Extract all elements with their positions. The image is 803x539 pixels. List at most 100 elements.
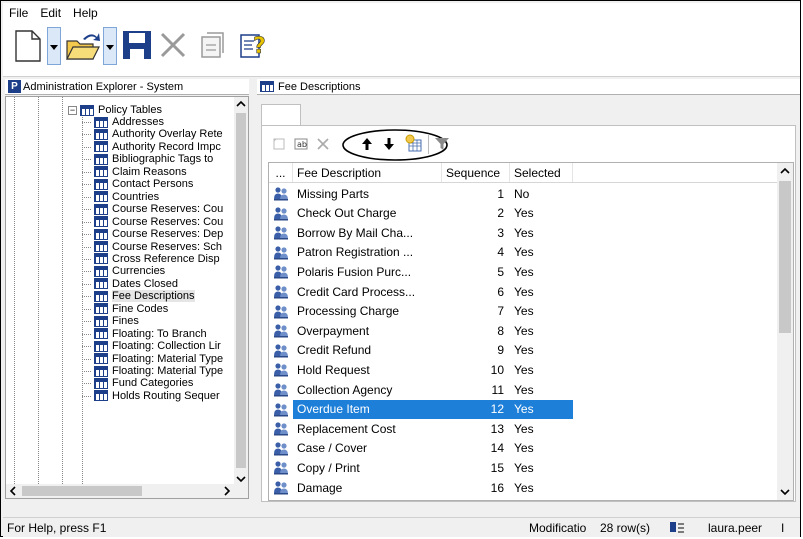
- table-row[interactable]: Replacement Cost 13 Yes: [269, 419, 779, 438]
- new-row-icon[interactable]: [272, 137, 286, 151]
- fee-descriptions-tab[interactable]: [261, 104, 301, 126]
- selected-cell[interactable]: No: [510, 184, 573, 203]
- sequence-cell[interactable]: 11: [442, 380, 510, 399]
- selected-cell[interactable]: Yes: [510, 282, 573, 301]
- column-header-sequence[interactable]: Sequence: [442, 163, 510, 182]
- column-header-dots[interactable]: ...: [269, 163, 293, 182]
- menu-file[interactable]: File: [3, 6, 34, 20]
- tree-node-policy-tables[interactable]: − Policy Tables: [68, 104, 162, 116]
- tree-item[interactable]: Bibliographic Tags to: [94, 153, 213, 165]
- tree-scroll-thumb[interactable]: [236, 113, 246, 468]
- column-header-selected[interactable]: Selected: [510, 163, 573, 182]
- sequence-cell[interactable]: 5: [442, 262, 510, 281]
- sequence-cell[interactable]: 6: [442, 282, 510, 301]
- sequence-cell[interactable]: 3: [442, 223, 510, 242]
- tree-item[interactable]: Addresses: [94, 116, 164, 128]
- tree-hscroll-thumb[interactable]: [22, 486, 142, 496]
- grid-scroll-thumb[interactable]: [779, 181, 791, 333]
- sequence-cell[interactable]: 13: [442, 419, 510, 438]
- selected-cell[interactable]: Yes: [510, 223, 573, 242]
- table-row[interactable]: Credit Card Process... 6 Yes: [269, 282, 779, 301]
- table-row[interactable]: Polaris Fusion Purc... 5 Yes: [269, 262, 779, 281]
- sequence-cell[interactable]: 4: [442, 243, 510, 262]
- fee-description-cell[interactable]: Collection Agency: [293, 380, 442, 399]
- sequence-cell[interactable]: 7: [442, 302, 510, 321]
- new-dropdown-button[interactable]: [47, 27, 61, 65]
- table-row[interactable]: Credit Refund 9 Yes: [269, 341, 779, 360]
- tree-item[interactable]: Floating: Material Type: [94, 353, 223, 365]
- fee-description-cell[interactable]: Credit Refund: [293, 341, 442, 360]
- table-row[interactable]: Patron Registration ... 4 Yes: [269, 243, 779, 262]
- table-row[interactable]: Missing Parts 1 No: [269, 184, 779, 203]
- fee-description-cell[interactable]: Credit Card Process...: [293, 282, 442, 301]
- move-down-icon[interactable]: [382, 136, 396, 152]
- tree-item[interactable]: Fee Descriptions: [94, 290, 195, 303]
- tree-item[interactable]: Currencies: [94, 265, 165, 277]
- selected-cell[interactable]: Yes: [510, 439, 573, 458]
- tree-item[interactable]: Cross Reference Disp: [94, 253, 220, 265]
- sequence-cell[interactable]: 10: [442, 360, 510, 379]
- tree-item[interactable]: Countries: [94, 191, 159, 203]
- table-row[interactable]: Check Out Charge 2 Yes: [269, 204, 779, 223]
- tree-vertical-scrollbar[interactable]: [234, 97, 248, 486]
- tree-horizontal-scrollbar[interactable]: [6, 484, 248, 498]
- tree-item[interactable]: Holds Routing Sequer: [94, 390, 220, 402]
- tree-item[interactable]: Fund Categories: [94, 377, 193, 389]
- scroll-up-arrow-icon[interactable]: [234, 97, 248, 111]
- tree-item[interactable]: Floating: Material Type: [94, 365, 223, 377]
- tree-item[interactable]: Dates Closed: [94, 278, 178, 290]
- help-button[interactable]: ?: [239, 29, 269, 64]
- tree-item[interactable]: Course Reserves: Dep: [94, 228, 223, 240]
- table-row[interactable]: Hold Request 10 Yes: [269, 360, 779, 379]
- sequence-cell[interactable]: 15: [442, 458, 510, 477]
- fee-description-cell[interactable]: Check Out Charge: [293, 204, 442, 223]
- selected-cell[interactable]: Yes: [510, 478, 573, 497]
- table-row[interactable]: Borrow By Mail Cha... 3 Yes: [269, 223, 779, 242]
- scroll-left-arrow-icon[interactable]: [6, 484, 20, 498]
- sequence-cell[interactable]: 8: [442, 321, 510, 340]
- menu-edit[interactable]: Edit: [34, 6, 67, 20]
- table-row[interactable]: Damage 16 Yes: [269, 478, 779, 497]
- selected-cell[interactable]: Yes: [510, 419, 573, 438]
- fee-description-cell[interactable]: Borrow By Mail Cha...: [293, 223, 442, 242]
- table-row[interactable]: Copy / Print 15 Yes: [269, 458, 779, 477]
- tree-item[interactable]: Contact Persons: [94, 178, 193, 190]
- tree-item[interactable]: Authority Overlay Rete: [94, 128, 223, 140]
- scroll-right-arrow-icon[interactable]: [220, 484, 234, 498]
- table-row[interactable]: Case / Cover 14 Yes: [269, 439, 779, 458]
- table-row[interactable]: Processing Charge 7 Yes: [269, 302, 779, 321]
- edit-row-icon[interactable]: ab: [294, 137, 308, 151]
- selected-cell[interactable]: Yes: [510, 243, 573, 262]
- tree-item[interactable]: Floating: Collection Lir: [94, 340, 221, 352]
- selected-cell[interactable]: Yes: [510, 321, 573, 340]
- open-dropdown-button[interactable]: [103, 27, 117, 65]
- menu-help[interactable]: Help: [67, 6, 104, 20]
- sequence-cell[interactable]: 14: [442, 439, 510, 458]
- delete-button[interactable]: [159, 31, 187, 62]
- delete-row-icon[interactable]: [316, 137, 330, 151]
- fee-description-cell[interactable]: Processing Charge: [293, 302, 442, 321]
- sequence-cell[interactable]: 1: [442, 184, 510, 203]
- tree-item[interactable]: Authority Record Impc: [94, 141, 221, 153]
- sequence-cell[interactable]: 9: [442, 341, 510, 360]
- scroll-down-arrow-icon[interactable]: [777, 484, 793, 500]
- fee-description-cell[interactable]: Overdue Item: [293, 399, 442, 419]
- column-header-fee-description[interactable]: Fee Description: [293, 163, 442, 182]
- fee-description-cell[interactable]: Patron Registration ...: [293, 243, 442, 262]
- fee-description-cell[interactable]: Damage: [293, 478, 442, 497]
- table-row[interactable]: Overdue Item 12 Yes: [269, 399, 779, 419]
- sequence-cell[interactable]: 12: [442, 399, 510, 419]
- fee-description-cell[interactable]: Overpayment: [293, 321, 442, 340]
- open-button[interactable]: [65, 29, 101, 66]
- fee-description-cell[interactable]: Replacement Cost: [293, 419, 442, 438]
- table-row[interactable]: Collection Agency 11 Yes: [269, 380, 779, 399]
- tree-item[interactable]: Course Reserves: Cou: [94, 216, 223, 228]
- grid-vertical-scrollbar[interactable]: [777, 163, 793, 500]
- table-row[interactable]: Overpayment 8 Yes: [269, 321, 779, 340]
- properties-button[interactable]: [199, 31, 225, 62]
- selected-cell[interactable]: Yes: [510, 262, 573, 281]
- fee-description-cell[interactable]: Copy / Print: [293, 458, 442, 477]
- selected-cell[interactable]: Yes: [510, 380, 573, 399]
- selected-cell[interactable]: Yes: [510, 360, 573, 379]
- save-button[interactable]: [121, 29, 153, 64]
